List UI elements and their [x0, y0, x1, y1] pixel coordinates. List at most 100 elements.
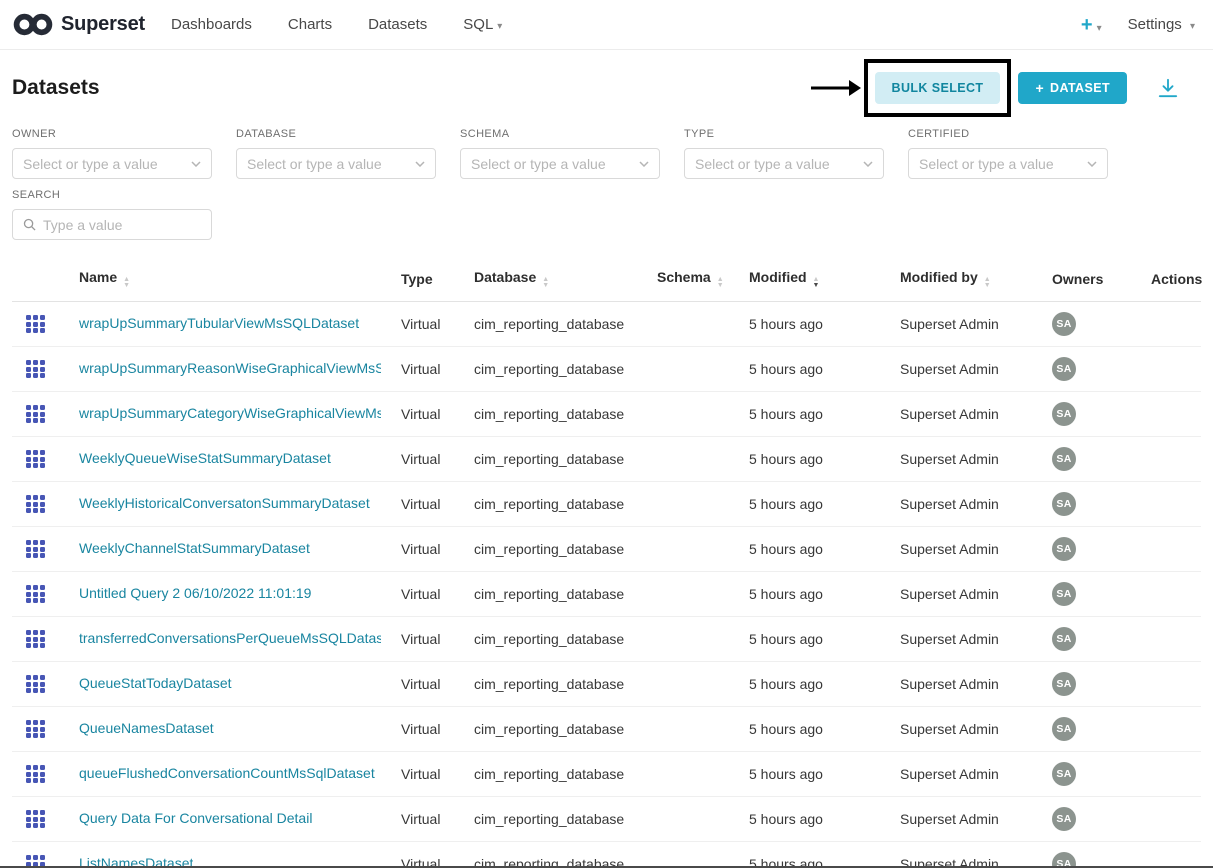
select-placeholder: Select or type a value: [919, 156, 1054, 172]
filter-select[interactable]: Select or type a value: [908, 148, 1108, 179]
table-row: WeeklyHistoricalConversatonSummaryDatase…: [12, 482, 1201, 527]
dataset-actions: [1139, 752, 1201, 797]
owner-avatar[interactable]: SA: [1052, 492, 1076, 516]
column-header-name[interactable]: Name ▲▼: [67, 256, 389, 302]
dataset-schema: [645, 842, 737, 868]
dataset-modified: 5 hours ago: [737, 617, 888, 662]
nav-item[interactable]: SQL▾: [463, 16, 502, 33]
dataset-actions: [1139, 797, 1201, 842]
dataset-name-link[interactable]: WeeklyQueueWiseStatSummaryDataset: [79, 450, 331, 466]
filter: TYPE Select or type a value: [684, 118, 884, 179]
table-row: Query Data For Conversational Detail Vir…: [12, 797, 1201, 842]
filter-label: CERTIFIED: [908, 128, 1108, 140]
dataset-type: Virtual: [389, 662, 462, 707]
sort-icon[interactable]: ▲▼: [813, 277, 820, 288]
chevron-down-icon: [415, 161, 425, 167]
select-placeholder: Select or type a value: [695, 156, 830, 172]
plus-icon: +: [1035, 81, 1044, 95]
owner-avatar[interactable]: SA: [1052, 582, 1076, 606]
dataset-actions: [1139, 437, 1201, 482]
dataset-database: cim_reporting_database: [462, 707, 645, 752]
sort-icon[interactable]: ▲▼: [984, 277, 991, 288]
filter-select[interactable]: Select or type a value: [684, 148, 884, 179]
filter-select[interactable]: Select or type a value: [12, 148, 212, 179]
table-row: QueueNamesDataset Virtual cim_reporting_…: [12, 707, 1201, 752]
page-title: Datasets: [12, 76, 100, 100]
owner-avatar[interactable]: SA: [1052, 627, 1076, 651]
dataset-actions: [1139, 707, 1201, 752]
dataset-modified-by: Superset Admin: [888, 482, 1040, 527]
owner-avatar[interactable]: SA: [1052, 447, 1076, 471]
dataset-database: cim_reporting_database: [462, 572, 645, 617]
table-row: QueueStatTodayDataset Virtual cim_report…: [12, 662, 1201, 707]
dataset-modified: 5 hours ago: [737, 797, 888, 842]
dataset-modified-by: Superset Admin: [888, 752, 1040, 797]
column-header-owners: Owners: [1040, 256, 1139, 302]
dataset-name-link[interactable]: Query Data For Conversational Detail: [79, 810, 312, 826]
dataset-name-link[interactable]: wrapUpSummaryTubularViewMsSQLDataset: [79, 315, 359, 331]
sort-icon[interactable]: ▲▼: [123, 277, 130, 288]
add-dataset-button[interactable]: + DATASET: [1018, 72, 1127, 104]
column-header-label: Database: [474, 269, 536, 285]
filter-select[interactable]: Select or type a value: [236, 148, 436, 179]
search-label: SEARCH: [12, 189, 212, 201]
owner-avatar[interactable]: SA: [1052, 717, 1076, 741]
owner-avatar[interactable]: SA: [1052, 357, 1076, 381]
dataset-schema: [645, 752, 737, 797]
dataset-schema: [645, 347, 737, 392]
bulk-select-button[interactable]: BULK SELECT: [875, 72, 1001, 104]
column-header-label: Modified: [749, 269, 807, 285]
dataset-name-link[interactable]: WeeklyHistoricalConversatonSummaryDatase…: [79, 495, 370, 511]
export-download-button[interactable]: [1157, 78, 1179, 98]
dataset-name-link[interactable]: transferredConversationsPerQueueMsSQLDat…: [79, 630, 381, 646]
dataset-name-link[interactable]: QueueNamesDataset: [79, 720, 214, 736]
nav-item[interactable]: Charts: [288, 16, 332, 33]
superset-logo[interactable]: Superset: [12, 12, 145, 37]
owner-avatar[interactable]: SA: [1052, 402, 1076, 426]
search-input[interactable]: [43, 217, 201, 233]
dataset-type: Virtual: [389, 797, 462, 842]
sort-icon[interactable]: ▲▼: [717, 277, 724, 288]
filter-label: OWNER: [12, 128, 212, 140]
dataset-name-link[interactable]: WeeklyChannelStatSummaryDataset: [79, 540, 310, 556]
sort-icon[interactable]: ▲▼: [542, 277, 549, 288]
filter-select[interactable]: Select or type a value: [460, 148, 660, 179]
dataset-modified: 5 hours ago: [737, 347, 888, 392]
column-header-schema[interactable]: Schema▲▼: [645, 256, 737, 302]
dataset-modified-by: Superset Admin: [888, 572, 1040, 617]
dataset-grid-icon: [26, 450, 44, 468]
owner-avatar[interactable]: SA: [1052, 312, 1076, 336]
navbar: Superset Dashboards Charts Datasets SQL▾…: [0, 0, 1213, 50]
filter: DATABASE Select or type a value: [236, 118, 436, 179]
owner-avatar[interactable]: SA: [1052, 672, 1076, 696]
column-header-label: Name: [79, 269, 117, 285]
annotation-arrow-shaft: [811, 87, 853, 90]
dataset-grid-icon: [26, 405, 44, 423]
dataset-name-link[interactable]: queueFlushedConversationCountMsSqlDatase…: [79, 765, 375, 781]
column-header-database[interactable]: Database ▲▼: [462, 256, 645, 302]
owner-avatar[interactable]: SA: [1052, 762, 1076, 786]
dataset-grid-icon: [26, 720, 44, 738]
column-header-modified-by[interactable]: Modified by▲▼: [888, 256, 1040, 302]
dataset-type: Virtual: [389, 842, 462, 868]
dataset-modified: 5 hours ago: [737, 482, 888, 527]
dataset-database: cim_reporting_database: [462, 347, 645, 392]
table-row: wrapUpSummaryReasonWiseGraphicalViewMsSQ…: [12, 347, 1201, 392]
dataset-name-link[interactable]: wrapUpSummaryCategoryWiseGraphicalViewMs…: [79, 405, 381, 421]
nav-item[interactable]: Dashboards: [171, 16, 252, 33]
settings-menu[interactable]: Settings ▾: [1128, 16, 1195, 33]
dataset-database: cim_reporting_database: [462, 797, 645, 842]
dataset-name-link[interactable]: QueueStatTodayDataset: [79, 675, 232, 691]
dataset-type: Virtual: [389, 347, 462, 392]
dataset-name-link[interactable]: wrapUpSummaryReasonWiseGraphicalViewMsSQ…: [79, 360, 381, 376]
dataset-modified: 5 hours ago: [737, 662, 888, 707]
dataset-schema: [645, 707, 737, 752]
dataset-name-link[interactable]: Untitled Query 2 06/10/2022 11:01:19: [79, 585, 311, 601]
column-header-modified[interactable]: Modified ▲▼: [737, 256, 888, 302]
nav-item[interactable]: Datasets: [368, 16, 427, 33]
owner-avatar[interactable]: SA: [1052, 807, 1076, 831]
new-dropdown[interactable]: +▾: [1081, 15, 1102, 35]
table-row: wrapUpSummaryTubularViewMsSQLDataset Vir…: [12, 302, 1201, 347]
owner-avatar[interactable]: SA: [1052, 537, 1076, 561]
chevron-down-icon: [191, 161, 201, 167]
